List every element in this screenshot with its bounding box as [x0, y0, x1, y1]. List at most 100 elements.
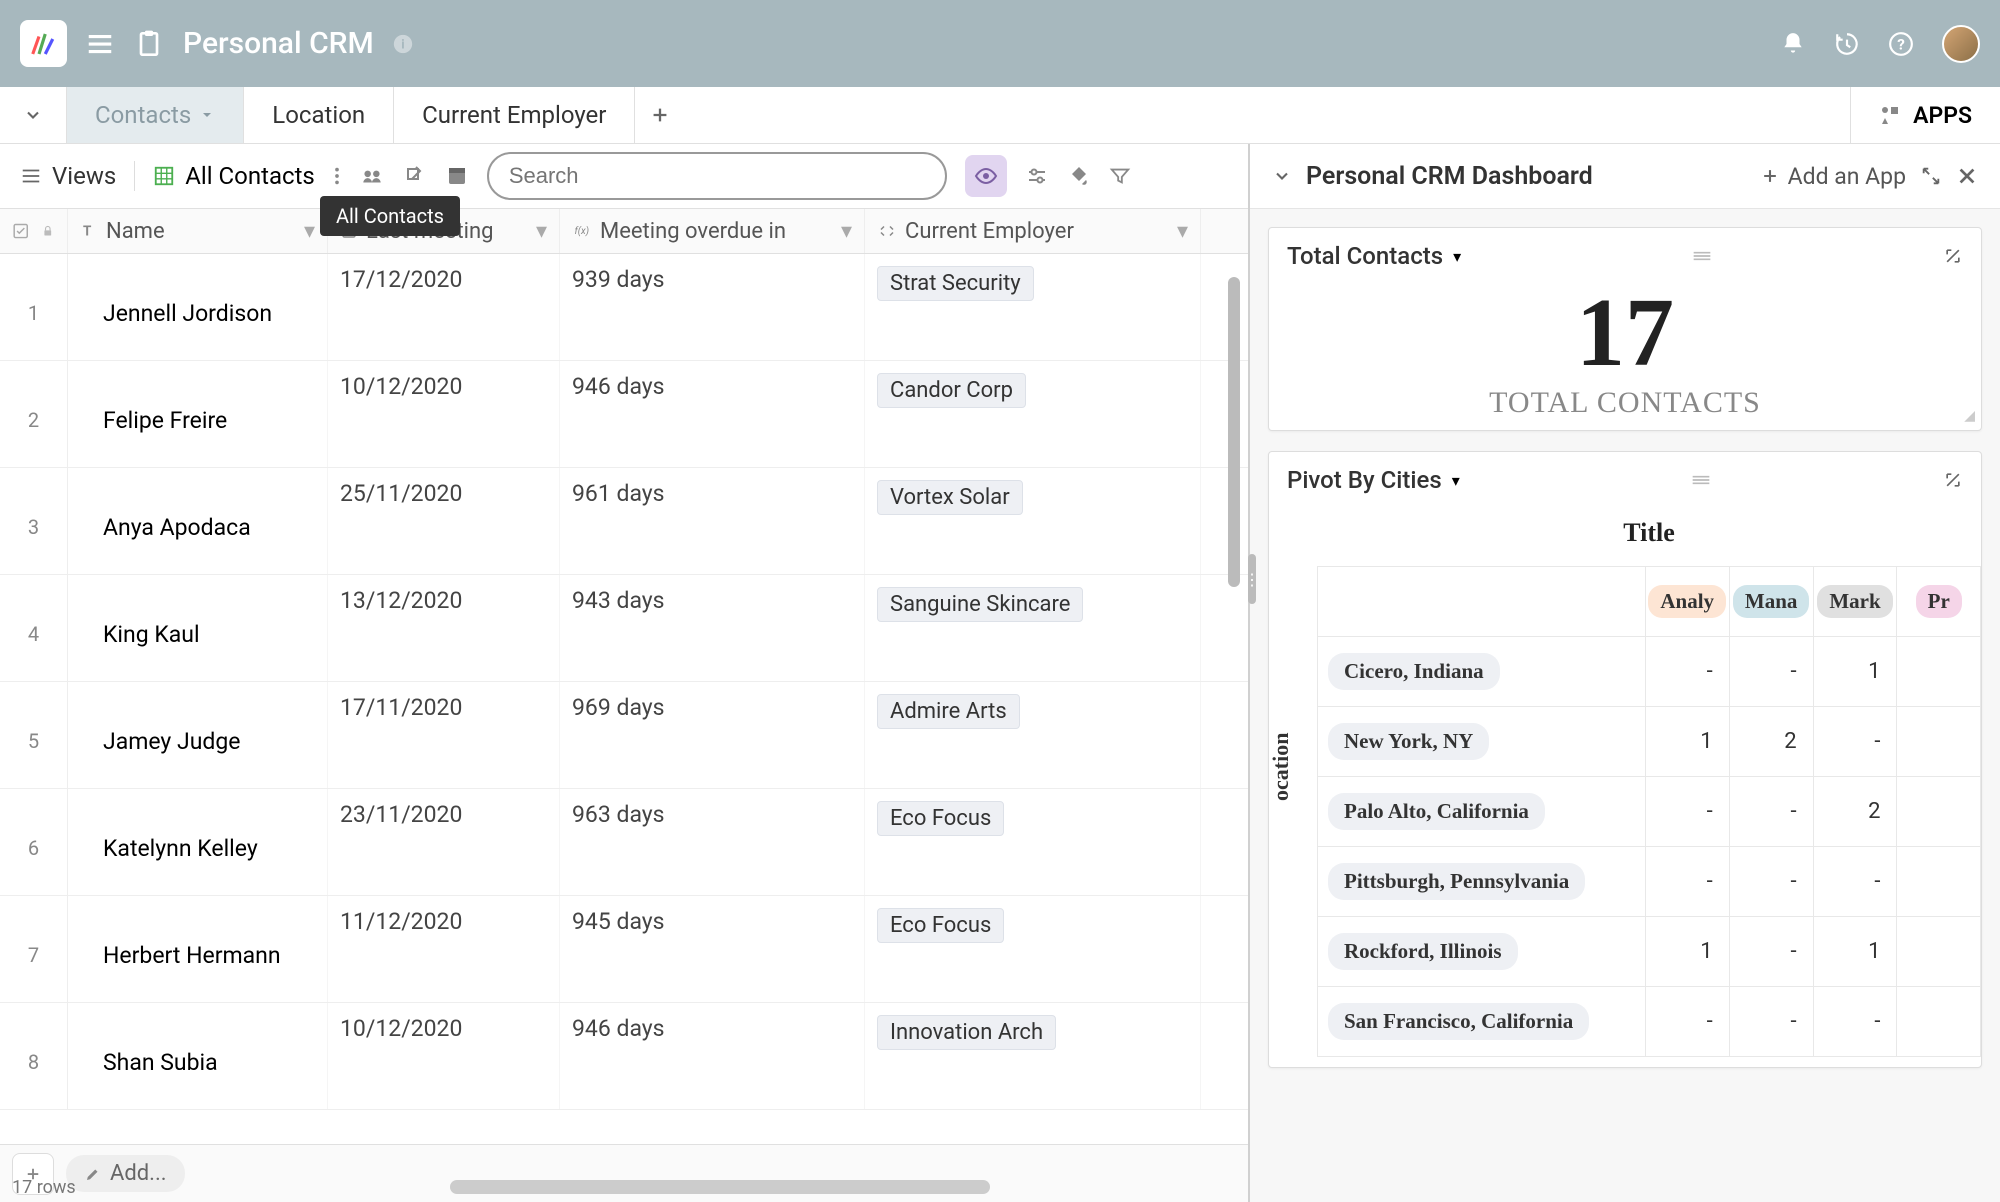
- cell-last-meeting[interactable]: 13/12/2020: [328, 575, 560, 681]
- cell-meeting-overdue[interactable]: 961 days: [560, 468, 865, 574]
- cell-last-meeting[interactable]: 10/12/2020: [328, 361, 560, 467]
- pivot-row[interactable]: Palo Alto, California--2: [1318, 777, 1981, 847]
- chevron-down-icon[interactable]: ▾: [1177, 219, 1188, 244]
- close-icon[interactable]: [1956, 165, 1978, 187]
- tab-current-employer[interactable]: Current Employer: [394, 87, 635, 143]
- visibility-toggle[interactable]: [965, 155, 1007, 197]
- grid-body[interactable]: 1Jennell Jordison17/12/2020939 daysStrat…: [0, 254, 1248, 1144]
- expand-icon[interactable]: [1943, 470, 1963, 490]
- table-row[interactable]: 4King Kaul13/12/2020943 daysSanguine Ski…: [0, 575, 1248, 682]
- add-tab-button[interactable]: [635, 87, 685, 143]
- cell-last-meeting[interactable]: 23/11/2020: [328, 789, 560, 895]
- cell-last-meeting[interactable]: 17/11/2020: [328, 682, 560, 788]
- expand-icon[interactable]: [1943, 246, 1963, 266]
- cell-last-meeting[interactable]: 10/12/2020: [328, 1003, 560, 1109]
- drag-handle-icon[interactable]: [1691, 473, 1711, 487]
- views-button[interactable]: Views: [20, 162, 116, 190]
- pivot-row[interactable]: Rockford, Illinois1-1: [1318, 917, 1981, 987]
- search-box[interactable]: [487, 152, 947, 200]
- current-view[interactable]: All Contacts: [153, 162, 315, 190]
- cell-meeting-overdue[interactable]: 945 days: [560, 896, 865, 1002]
- tab-dropdown[interactable]: [0, 87, 67, 143]
- cell-current-employer[interactable]: Sanguine Skincare: [865, 575, 1201, 681]
- app-logo[interactable]: [20, 20, 67, 67]
- add-row-label[interactable]: Add...: [66, 1155, 185, 1192]
- cell-current-employer[interactable]: Candor Corp: [865, 361, 1201, 467]
- pivot-col-header[interactable]: Analy: [1645, 567, 1729, 637]
- checkbox-header[interactable]: [0, 209, 68, 253]
- cell-name[interactable]: Felipe Freire: [68, 361, 328, 467]
- col-name[interactable]: T Name ▾: [68, 209, 328, 253]
- avatar[interactable]: [1942, 25, 1980, 63]
- bell-icon[interactable]: [1780, 31, 1806, 57]
- splitter-handle[interactable]: [1248, 554, 1256, 604]
- cell-current-employer[interactable]: Eco Focus: [865, 896, 1201, 1002]
- cell-last-meeting[interactable]: 17/12/2020: [328, 254, 560, 360]
- settings-icon[interactable]: [1025, 164, 1049, 188]
- info-icon[interactable]: i: [392, 33, 414, 55]
- cell-current-employer[interactable]: Eco Focus: [865, 789, 1201, 895]
- cell-meeting-overdue[interactable]: 943 days: [560, 575, 865, 681]
- cell-current-employer[interactable]: Vortex Solar: [865, 468, 1201, 574]
- cell-name[interactable]: Shan Subia: [68, 1003, 328, 1109]
- chevron-down-icon[interactable]: ▾: [841, 219, 852, 244]
- apps-button[interactable]: APPS: [1850, 87, 2000, 143]
- pivot-row[interactable]: San Francisco, California---: [1318, 987, 1981, 1057]
- pivot-row[interactable]: New York, NY12-: [1318, 707, 1981, 777]
- cell-meeting-overdue[interactable]: 946 days: [560, 1003, 865, 1109]
- expand-icon[interactable]: [1920, 165, 1942, 187]
- menu-icon[interactable]: [85, 29, 115, 59]
- cell-meeting-overdue[interactable]: 963 days: [560, 789, 865, 895]
- table-row[interactable]: 2Felipe Freire10/12/2020946 daysCandor C…: [0, 361, 1248, 468]
- cell-name[interactable]: Katelynn Kelley: [68, 789, 328, 895]
- cell-name[interactable]: Herbert Hermann: [68, 896, 328, 1002]
- pivot-col-header[interactable]: Mana: [1729, 567, 1813, 637]
- cell-last-meeting[interactable]: 25/11/2020: [328, 468, 560, 574]
- pivot-row[interactable]: Cicero, Indiana--1: [1318, 637, 1981, 707]
- tab-contacts[interactable]: Contacts: [67, 87, 244, 143]
- pivot-col-header[interactable]: Mark: [1813, 567, 1897, 637]
- pivot-col-header[interactable]: Pr: [1897, 567, 1981, 637]
- cell-meeting-overdue[interactable]: 946 days: [560, 361, 865, 467]
- pivot-row[interactable]: Pittsburgh, Pennsylvania---: [1318, 847, 1981, 917]
- export-icon[interactable]: [403, 164, 427, 188]
- vertical-scrollbar[interactable]: [1228, 277, 1240, 677]
- cell-name[interactable]: Anya Apodaca: [68, 468, 328, 574]
- widget-title[interactable]: Total Contacts: [1287, 242, 1443, 270]
- col-current-employer[interactable]: Current Employer ▾: [865, 209, 1201, 253]
- chevron-down-icon[interactable]: ▾: [1452, 471, 1460, 490]
- chevron-down-icon[interactable]: ▾: [1453, 247, 1461, 266]
- cell-current-employer[interactable]: Innovation Arch: [865, 1003, 1201, 1109]
- table-row[interactable]: 5Jamey Judge17/11/2020969 daysAdmire Art…: [0, 682, 1248, 789]
- history-icon[interactable]: [1834, 31, 1860, 57]
- filter-icon[interactable]: [1109, 165, 1131, 187]
- table-row[interactable]: 3Anya Apodaca25/11/2020961 daysVortex So…: [0, 468, 1248, 575]
- widget-title[interactable]: Pivot By Cities: [1287, 466, 1442, 494]
- cell-current-employer[interactable]: Strat Security: [865, 254, 1201, 360]
- tab-location[interactable]: Location: [244, 87, 394, 143]
- cell-name[interactable]: Jennell Jordison: [68, 254, 328, 360]
- help-icon[interactable]: ?: [1888, 31, 1914, 57]
- chevron-down-icon[interactable]: [1272, 166, 1292, 186]
- drag-handle-icon[interactable]: [1692, 249, 1712, 263]
- col-meeting-overdue[interactable]: f(x) Meeting overdue in ▾: [560, 209, 865, 253]
- chevron-down-icon[interactable]: ▾: [304, 219, 315, 244]
- chevron-down-icon[interactable]: ▾: [536, 219, 547, 244]
- table-row[interactable]: 6Katelynn Kelley23/11/2020963 daysEco Fo…: [0, 789, 1248, 896]
- cell-name[interactable]: King Kaul: [68, 575, 328, 681]
- cell-meeting-overdue[interactable]: 939 days: [560, 254, 865, 360]
- cell-meeting-overdue[interactable]: 969 days: [560, 682, 865, 788]
- horizontal-scrollbar[interactable]: [450, 1180, 990, 1194]
- cell-current-employer[interactable]: Admire Arts: [865, 682, 1201, 788]
- resize-handle-icon[interactable]: ◢: [1964, 408, 1975, 424]
- add-app-button[interactable]: Add an App: [1760, 163, 1906, 190]
- share-icon[interactable]: [359, 163, 385, 189]
- search-input[interactable]: [509, 163, 925, 189]
- table-row[interactable]: 7Herbert Hermann11/12/2020945 daysEco Fo…: [0, 896, 1248, 1003]
- table-row[interactable]: 8Shan Subia10/12/2020946 daysInnovation …: [0, 1003, 1248, 1110]
- fill-icon[interactable]: [1067, 164, 1091, 188]
- view-options-icon[interactable]: [333, 165, 341, 187]
- cell-name[interactable]: Jamey Judge: [68, 682, 328, 788]
- layout-icon[interactable]: [445, 164, 469, 188]
- cell-last-meeting[interactable]: 11/12/2020: [328, 896, 560, 1002]
